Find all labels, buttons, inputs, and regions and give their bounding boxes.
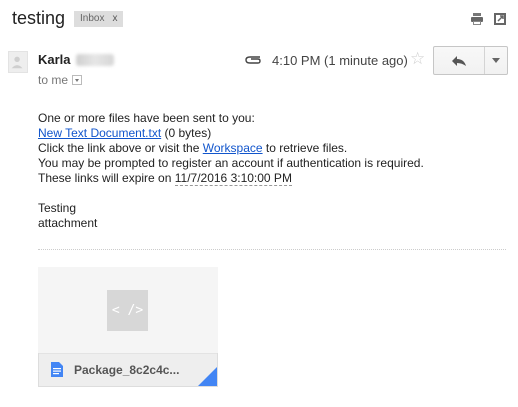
sender-name[interactable]: Karla: [38, 52, 71, 67]
recipient-text: to me: [38, 73, 69, 87]
workspace-link[interactable]: Workspace: [203, 141, 263, 155]
new-window-icon[interactable]: [493, 12, 507, 26]
more-icon: [492, 58, 500, 63]
redacted-sender-surname: [76, 54, 114, 66]
retrieve-text-post: to retrieve files.: [262, 141, 348, 155]
attachments-divider: [38, 249, 506, 250]
body-auth-line: You may be prompted to register an accou…: [38, 156, 424, 170]
recipient-dropdown-icon[interactable]: [72, 75, 83, 85]
signature-line-1: Testing: [38, 201, 77, 215]
sender-avatar[interactable]: [8, 51, 28, 73]
body-expiry-line: These links will expire on 11/7/2016 3:1…: [38, 171, 424, 186]
attachment-name[interactable]: Package_8c2c4c...: [74, 363, 179, 377]
message-time: 4:10 PM (1 minute ago): [272, 53, 408, 68]
more-options-button[interactable]: [485, 47, 507, 74]
print-icon[interactable]: [470, 12, 484, 26]
inbox-label-chip[interactable]: Inbox x: [74, 11, 124, 27]
message-body: One or more files have been sent to you:…: [38, 111, 424, 186]
body-intro: One or more files have been sent to you:: [38, 111, 255, 125]
reply-actions: [433, 46, 508, 75]
signature-line-2: attachment: [38, 216, 98, 230]
person-icon: [11, 56, 23, 69]
body-file-line: New Text Document.txt (0 bytes): [38, 126, 424, 141]
inbox-label-text: Inbox: [80, 13, 105, 24]
attachment-corner-fold: [198, 367, 217, 386]
expiry-date[interactable]: 11/7/2016 3:10:00 PM: [174, 171, 292, 186]
star-icon[interactable]: ☆: [410, 50, 425, 68]
remove-label-icon[interactable]: x: [112, 11, 117, 27]
recipient-details[interactable]: to me: [38, 73, 83, 87]
paperclip-icon: [245, 56, 261, 64]
reply-button[interactable]: [434, 47, 485, 74]
expiry-text-pre: These links will expire on: [38, 171, 175, 185]
document-icon: [51, 362, 63, 377]
body-retrieve-line: Click the link above or visit the Worksp…: [38, 141, 424, 156]
file-size: (0 bytes): [161, 126, 212, 140]
file-link[interactable]: New Text Document.txt: [38, 126, 161, 140]
retrieve-text-pre: Click the link above or visit the: [38, 141, 203, 155]
message-signature: Testing attachment: [38, 201, 97, 231]
code-file-icon: < />: [107, 290, 148, 331]
email-subject: testing: [12, 8, 66, 28]
reply-icon: [452, 55, 466, 66]
